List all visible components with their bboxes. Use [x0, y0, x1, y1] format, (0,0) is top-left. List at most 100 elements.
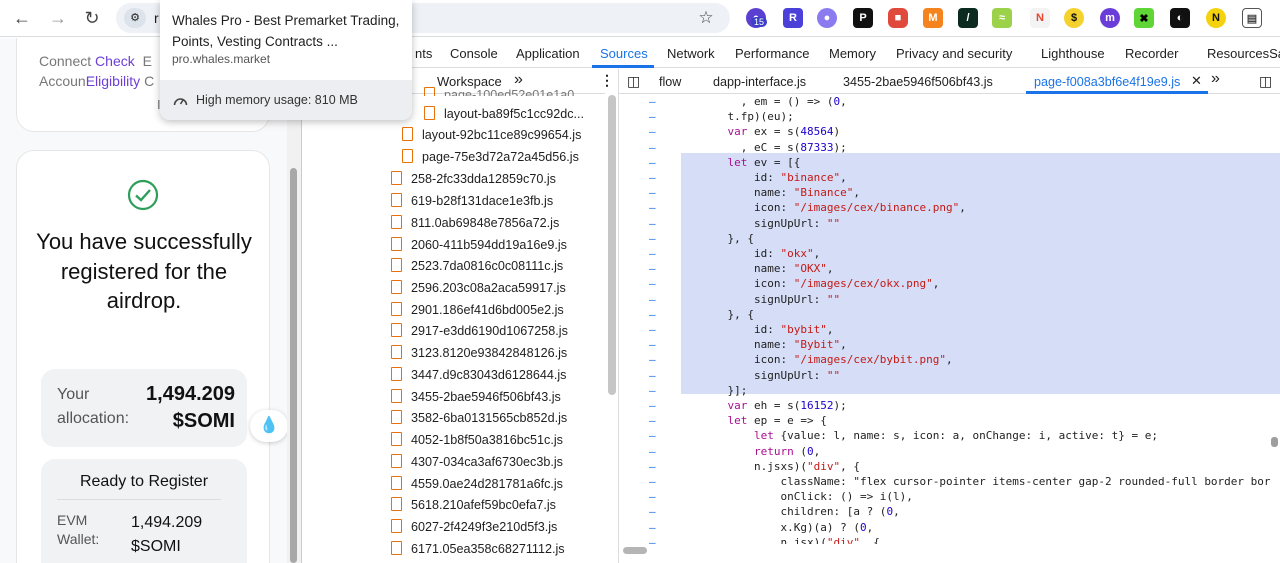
code-line: }]; [701, 383, 748, 397]
extension-icon[interactable]: ✖ [1134, 8, 1154, 28]
extension-icon[interactable]: ◐ [1170, 8, 1190, 28]
code-line: className: "flex cursor-pointer items-ce… [701, 475, 1271, 488]
file-item[interactable]: 811.0ab69848e7856a72.js [391, 215, 559, 230]
toggle-navigator-icon[interactable]: ◫ [627, 73, 640, 90]
extension-icon[interactable]: R [783, 8, 803, 28]
tab-console[interactable]: Console [450, 46, 498, 61]
file-item[interactable]: 3123.8120e93842848126.js [391, 345, 567, 360]
gutter-mark: – [649, 490, 656, 504]
file-item[interactable]: 2596.203c08a2aca59917.js [391, 280, 566, 295]
code-line: name: "Binance", [701, 186, 860, 200]
file-item[interactable]: page-100ed52e01e1a0... [424, 87, 585, 96]
line-gutter: – – – – – – – – – – – – – – – – – – – – – – – – – – – – – – [619, 94, 679, 549]
tab-performance[interactable]: Performance [735, 46, 809, 61]
file-icon [424, 87, 435, 96]
file-item[interactable]: 6027-2f4249f3e210d5f3.js [391, 519, 557, 534]
editor-tab-dapp[interactable]: dapp-interface.js [713, 75, 806, 89]
extension-icon[interactable]: / [958, 8, 978, 28]
tab-title: Whales Pro - Best Premarket Trading, Poi… [172, 13, 400, 49]
url-text: r [154, 10, 159, 26]
gutter-mark: – [649, 475, 656, 488]
code-line: n.jsxs)("div", { [701, 459, 860, 473]
tab-lighthouse[interactable]: Lighthouse [1041, 46, 1105, 61]
extension-icon[interactable]: N [1030, 8, 1050, 28]
file-icon [424, 106, 435, 120]
tab-sources[interactable]: Sources [600, 46, 648, 61]
file-item[interactable]: 3455-2bae5946f506bf43.js [391, 389, 561, 404]
forward-icon[interactable]: → [46, 6, 70, 30]
navigator-scrollbar-thumb[interactable] [608, 95, 616, 395]
scrollbar-thumb[interactable] [290, 168, 297, 563]
navigator-menu-icon[interactable]: ⋮ [600, 72, 614, 89]
editor-tab-3455[interactable]: 3455-2bae5946f506bf43.js [843, 75, 993, 89]
extension-icon[interactable]: $ [1064, 8, 1084, 28]
tab-url: pro.whales.market [172, 52, 271, 66]
tab-elements[interactable]: nts [415, 46, 432, 61]
tab-network[interactable]: Network [667, 46, 715, 61]
gutter-mark: – [649, 262, 656, 276]
back-icon[interactable]: ← [10, 6, 34, 30]
tab-memory[interactable]: Memory [829, 46, 876, 61]
file-item[interactable]: 2523.7da0816c0c08111c.js [391, 258, 563, 273]
editor-scrollbar-thumb[interactable] [1271, 437, 1278, 447]
file-item[interactable]: 3447.d9c83043d6128644.js [391, 367, 566, 382]
extensions-puzzle-icon[interactable]: ▤ [1242, 8, 1262, 28]
file-icon [391, 389, 402, 403]
file-item[interactable]: page-75e3d72a72a45d56.js [402, 149, 579, 164]
gutter-mark: – [649, 505, 656, 519]
file-item[interactable]: layout-ba89f5c1cc92dc... [424, 106, 584, 121]
editor-tab-bar: ◫ flow dapp-interface.js 3455-2bae5946f5… [619, 69, 1280, 94]
more-editor-tabs-icon[interactable]: » [1211, 70, 1220, 88]
gutter-mark: – [649, 383, 656, 397]
toggle-debugger-icon[interactable]: ◫ [1259, 73, 1272, 90]
file-item[interactable]: 3582-6ba0131565cb852d.js [391, 410, 567, 425]
file-icon [402, 149, 413, 163]
file-icon [391, 541, 402, 555]
devtools-tab-bar: nts Console Application Sources Network … [302, 38, 1280, 68]
editor-tab-page-active[interactable]: page-f008a3bf6e4f19e9.js [1034, 75, 1180, 89]
file-item[interactable]: 2917-e3dd6190d1067258.js [391, 323, 568, 338]
file-item[interactable]: 4052-1b8f50a3816bc51c.js [391, 432, 563, 447]
extension-icon[interactable]: ● [817, 8, 837, 28]
extension-icon[interactable]: P [853, 8, 873, 28]
extension-icon[interactable]: m [1100, 8, 1120, 28]
bookmark-star-icon[interactable]: ☆ [694, 6, 718, 30]
file-icon [402, 127, 413, 141]
file-item[interactable]: 2901.186ef41d6bd005e2.js [391, 302, 564, 317]
file-item[interactable]: 5618.210afef59bc0efa7.js [391, 497, 556, 512]
reload-icon[interactable]: ↻ [80, 6, 104, 30]
ready-title: Ready to Register [79, 473, 209, 490]
floating-helper-icon[interactable]: 💧 [250, 410, 287, 442]
tab-privacy[interactable]: Privacy and security [896, 46, 1012, 61]
extension-icon[interactable]: ■ [888, 8, 908, 28]
connect-link-text[interactable]: Connect Check E [39, 53, 152, 69]
account-link-text[interactable]: AccounEligibility C [39, 73, 154, 89]
close-tab-icon[interactable]: ✕ [1191, 73, 1202, 89]
gutter-mark: – [649, 368, 656, 382]
file-item[interactable]: 619-b28f131dace1e3fb.js [391, 193, 553, 208]
file-item[interactable]: 2060-411b594dd19a16e9.js [391, 237, 567, 252]
file-item[interactable]: 258-2fc33dda12859c70.js [391, 171, 556, 186]
gutter-mark: – [649, 459, 656, 473]
code-line: name: "Bybit", [701, 338, 847, 352]
extension-icon[interactable]: N [1206, 8, 1226, 28]
extension-icon[interactable]: ≈ [992, 8, 1012, 28]
horizontal-scrollbar[interactable] [623, 544, 1280, 556]
tab-resources[interactable]: ResourcesSa [1207, 46, 1280, 61]
code-line: }, { [701, 307, 754, 321]
divider [57, 499, 221, 500]
code-line: icon: "/images/cex/bybit.png", [701, 353, 953, 367]
metamask-icon[interactable]: M [923, 8, 943, 28]
file-item[interactable]: 6171.05ea358c68271112.js [391, 541, 565, 556]
file-item[interactable]: 4559.0ae24d281781a6fc.js [391, 476, 563, 491]
tab-application[interactable]: Application [516, 46, 580, 61]
code-line: var ex = s(48564) [727, 125, 841, 139]
horizontal-scrollbar-thumb[interactable] [623, 547, 647, 554]
file-item[interactable]: 4307-034ca3af6730ec3b.js [391, 454, 563, 469]
file-icon [391, 454, 402, 468]
editor-tab-flow[interactable]: flow [659, 75, 681, 89]
site-info-icon[interactable]: ⚙ [124, 8, 146, 28]
code-line: id: "okx", [701, 247, 821, 260]
file-item[interactable]: layout-92bc11ce89c99654.js [402, 127, 581, 142]
tab-recorder[interactable]: Recorder [1125, 46, 1178, 61]
